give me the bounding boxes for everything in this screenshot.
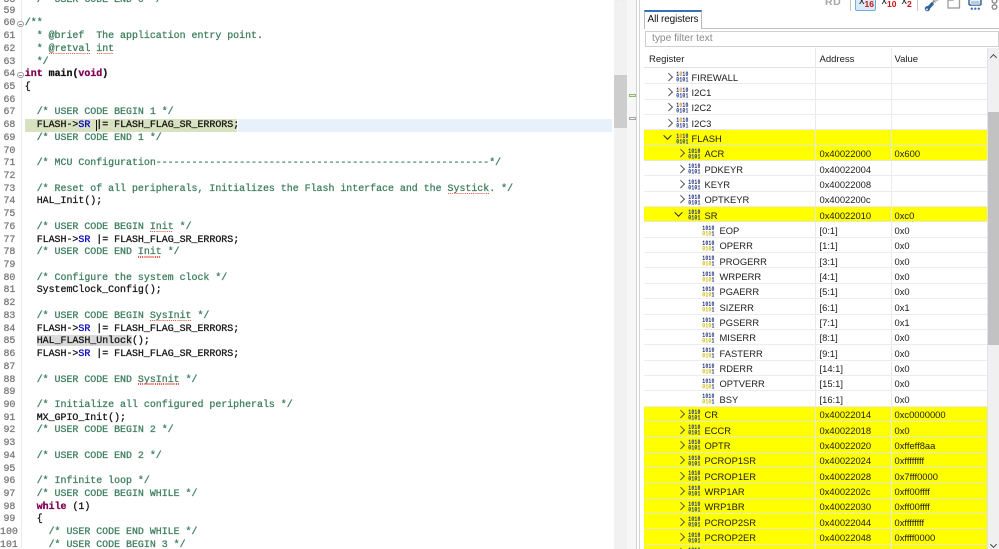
svg-text:1: 1 [697,169,700,174]
svg-text:1: 1 [697,445,700,450]
svg-text:1: 1 [697,184,700,189]
svg-text:1: 1 [697,537,700,542]
svg-text:1: 1 [711,307,714,312]
svg-text:1: 1 [711,353,714,358]
svg-text:1: 1 [697,507,700,512]
svg-text:1: 1 [697,200,700,205]
svg-text:1: 1 [697,154,700,159]
svg-text:1: 1 [711,338,714,343]
svg-text:1: 1 [711,230,714,235]
svg-text:1: 1 [697,460,700,465]
svg-text:1: 1 [711,399,714,404]
svg-text:1: 1 [685,123,688,128]
svg-text:1: 1 [711,322,714,327]
svg-text:1: 1 [685,92,688,97]
svg-text:1: 1 [711,292,714,297]
svg-text:1: 1 [697,522,700,527]
svg-text:1: 1 [711,246,714,251]
svg-text:1: 1 [697,491,700,496]
svg-text:1: 1 [711,384,714,389]
svg-text:1: 1 [711,276,714,281]
svg-text:1: 1 [697,430,700,435]
svg-text:1: 1 [697,476,700,481]
svg-text:1: 1 [685,138,688,143]
svg-text:1: 1 [685,77,688,82]
svg-text:1: 1 [711,368,714,373]
svg-text:1: 1 [685,108,688,113]
svg-text:1: 1 [711,261,714,266]
svg-text:1: 1 [697,215,700,220]
svg-text:1: 1 [697,414,700,419]
